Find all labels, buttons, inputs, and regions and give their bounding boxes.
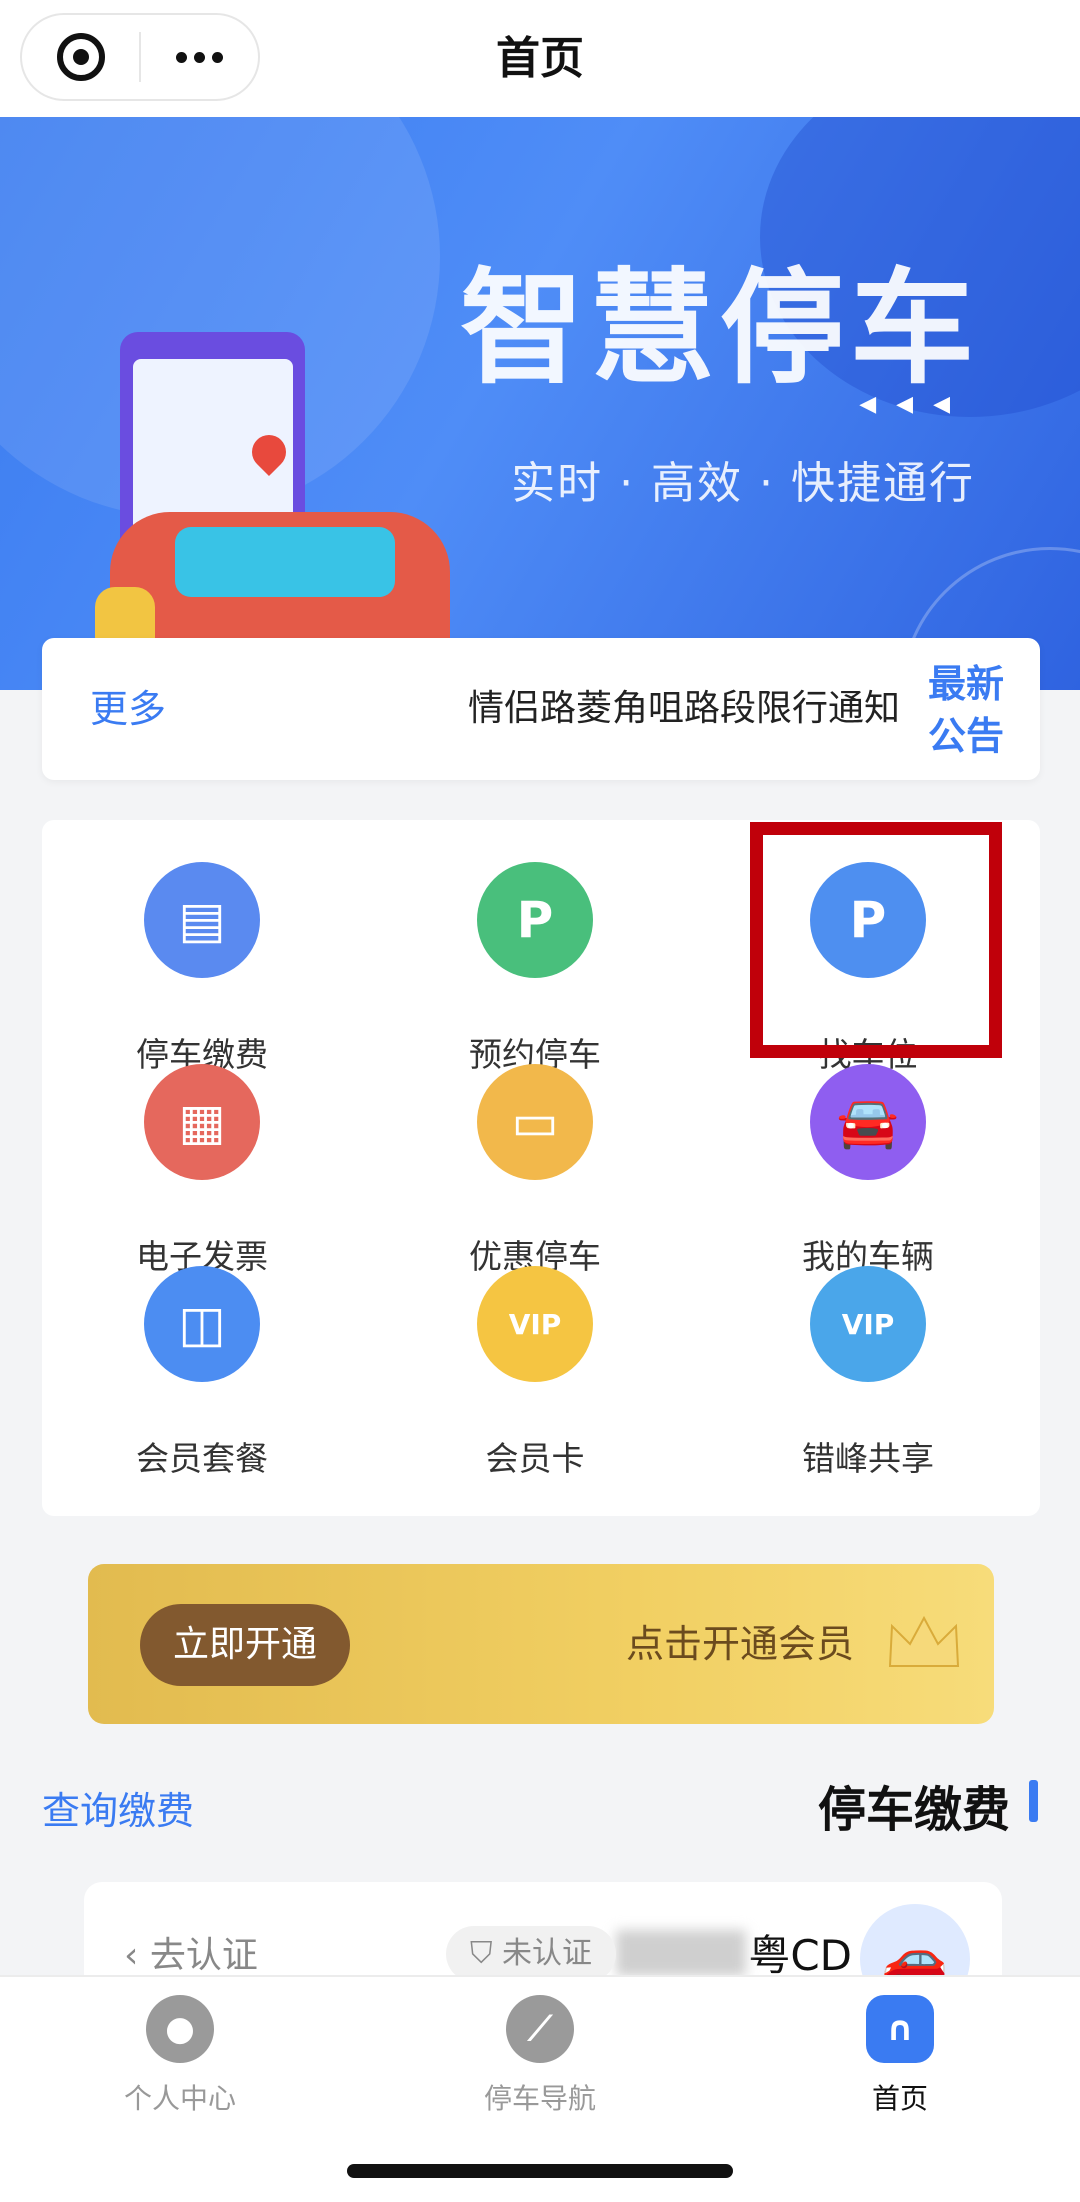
verify-link[interactable]: ‹ 去认证: [124, 1926, 258, 1978]
tab-profile[interactable]: ● 个人中心: [60, 1995, 300, 2125]
plate-number: 粤CD: [748, 1931, 852, 1980]
icon-glyph: ▤: [178, 891, 226, 949]
service-label: 会员套餐: [136, 1439, 268, 1478]
service-item[interactable]: VIP 错峰共享: [748, 1262, 988, 1478]
query-payment-link[interactable]: 查询缴费: [42, 1780, 194, 1835]
service-item[interactable]: ◫ 会员套餐: [82, 1262, 322, 1478]
service-item[interactable]: ▦ 电子发票: [82, 1060, 322, 1276]
tab-navigation[interactable]: ⟋ 停车导航: [420, 1995, 660, 2125]
crown-icon: [888, 1615, 960, 1667]
plate-redacted: [616, 1930, 746, 1976]
page-title: 首页: [496, 33, 584, 84]
banner-subtitle: 实时 · 高效 · 快捷通行: [511, 458, 975, 509]
notice-more-link[interactable]: 更多: [90, 638, 166, 780]
tab-label: 停车导航: [483, 2082, 596, 2115]
page: 首页 智慧停车 ◀◀◀ 实时 · 高效 · 快捷通行 更多 情侣路菱角咀路段限行…: [0, 0, 1080, 2202]
compass-icon: ⟋: [506, 1995, 574, 2063]
tab-home[interactable]: ∩ 首页: [780, 1995, 1020, 2125]
service-item[interactable]: ▤ 停车缴费: [82, 858, 322, 1074]
icon-glyph: 🚘: [836, 1092, 900, 1151]
promo-banner[interactable]: 智慧停车 ◀◀◀ 实时 · 高效 · 快捷通行: [0, 117, 1080, 690]
vip-card-icon: VIP: [810, 1266, 926, 1382]
user-icon: ●: [146, 1995, 214, 2063]
section-accent-bar: [1029, 1780, 1038, 1822]
tab-label: 首页: [871, 2082, 928, 2115]
arrow-decoration-icon: ◀◀◀: [859, 392, 970, 417]
service-label: 会员卡: [485, 1439, 585, 1478]
shopping-bag-icon: ◫: [144, 1266, 260, 1382]
banner-title: 智慧停车: [459, 257, 980, 401]
status-badge: ⛉ 未认证: [446, 1926, 616, 1982]
section-title: 停车缴费: [817, 1782, 1010, 1838]
service-item[interactable]: P 预约停车: [415, 858, 655, 1074]
shield-icon: ⛉: [469, 1936, 503, 1971]
car-window-illustration: [175, 527, 395, 597]
icon-glyph: ◫: [178, 1295, 226, 1353]
vip-card-yellow-icon: VIP: [477, 1266, 593, 1382]
badge-label: 未认证: [502, 1936, 593, 1971]
chevron-left-icon: ‹: [124, 1935, 150, 1976]
open-member-button[interactable]: 立即开通: [140, 1604, 350, 1686]
highlight-box: [750, 822, 1002, 1058]
home-indicator[interactable]: [347, 2164, 733, 2178]
service-item[interactable]: 🚘 我的车辆: [748, 1060, 988, 1276]
icon-glyph: ▦: [178, 1093, 226, 1151]
service-item[interactable]: ▭ 优惠停车: [415, 1060, 655, 1276]
member-banner[interactable]: 立即开通 点击开通会员: [88, 1564, 994, 1724]
icon-glyph: ▭: [511, 1093, 559, 1151]
home-icon: ∩: [866, 1995, 934, 2063]
coupon-icon: ▭: [477, 1064, 593, 1180]
icon-glyph: VIP: [841, 1307, 895, 1341]
tab-label: 个人中心: [123, 2082, 236, 2115]
verify-label: 去认证: [149, 1935, 258, 1976]
notice-text[interactable]: 情侣路菱角咀路段限行通知: [468, 638, 900, 780]
service-label: 错峰共享: [802, 1439, 934, 1478]
top-bar: 首页: [0, 0, 1080, 117]
service-item[interactable]: VIP 会员卡: [415, 1262, 655, 1478]
member-promo-text: 点击开通会员: [625, 1622, 854, 1666]
notice-bar[interactable]: 更多 情侣路菱角咀路段限行通知 最新公告: [42, 638, 1040, 780]
car-icon: 🚘: [810, 1064, 926, 1180]
reserve-parking-icon: P: [477, 862, 593, 978]
notice-tag: 最新公告: [927, 662, 1004, 758]
icon-glyph: P: [516, 891, 554, 949]
icon-glyph: VIP: [508, 1307, 562, 1341]
payment-doc-icon: ▤: [144, 862, 260, 978]
invoice-icon: ▦: [144, 1064, 260, 1180]
